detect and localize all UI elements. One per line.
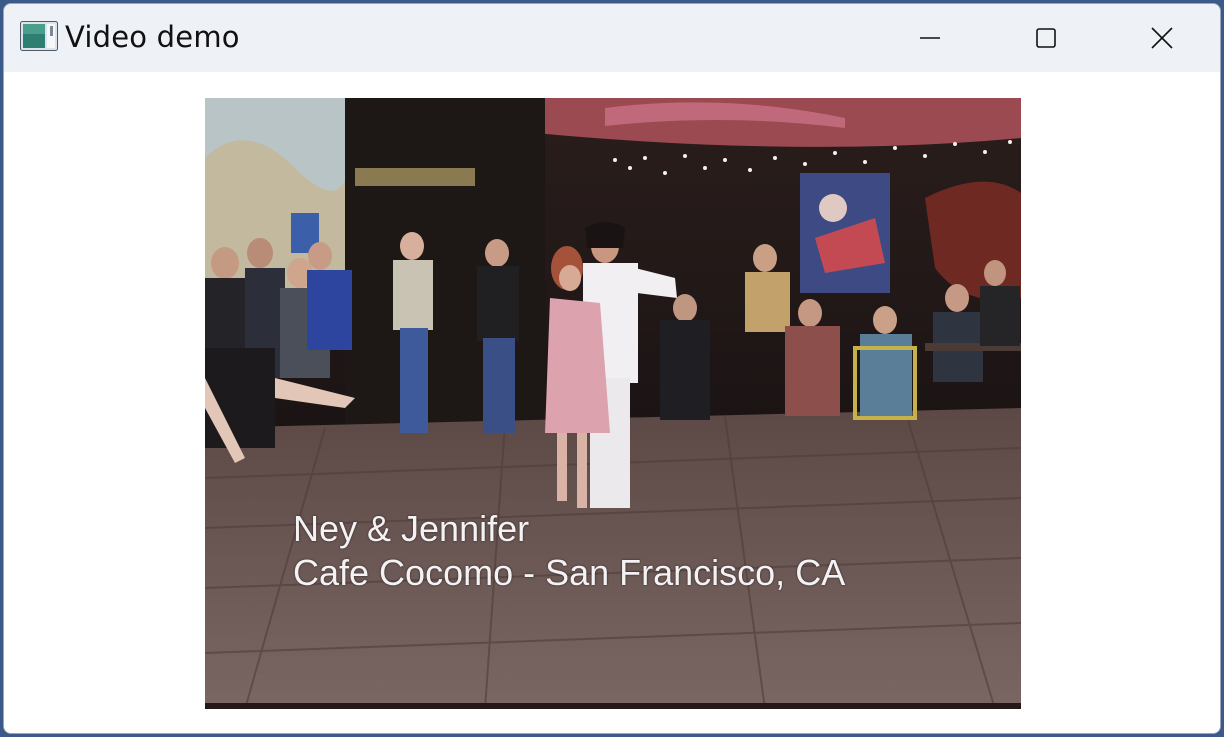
app-window: Video demo Ney & Jennifer Cafe Cocomo - …: [3, 3, 1221, 734]
video-app-icon: [20, 21, 58, 51]
maximize-icon: [1036, 28, 1056, 48]
title-bar[interactable]: Video demo: [4, 4, 1220, 72]
video-frame[interactable]: Ney & Jennifer Cafe Cocomo - San Francis…: [205, 98, 1021, 709]
close-button[interactable]: [1104, 4, 1220, 72]
minimize-icon: [920, 37, 940, 39]
maximize-button[interactable]: [988, 4, 1104, 72]
minimize-button[interactable]: [872, 4, 988, 72]
video-scene: [205, 98, 1021, 709]
video-caption-names: Ney & Jennifer: [293, 508, 530, 549]
video-caption-location: Cafe Cocomo - San Francisco, CA: [293, 552, 846, 593]
close-icon: [1151, 27, 1173, 49]
window-title: Video demo: [65, 20, 240, 54]
window-content: Ney & Jennifer Cafe Cocomo - San Francis…: [4, 72, 1220, 733]
